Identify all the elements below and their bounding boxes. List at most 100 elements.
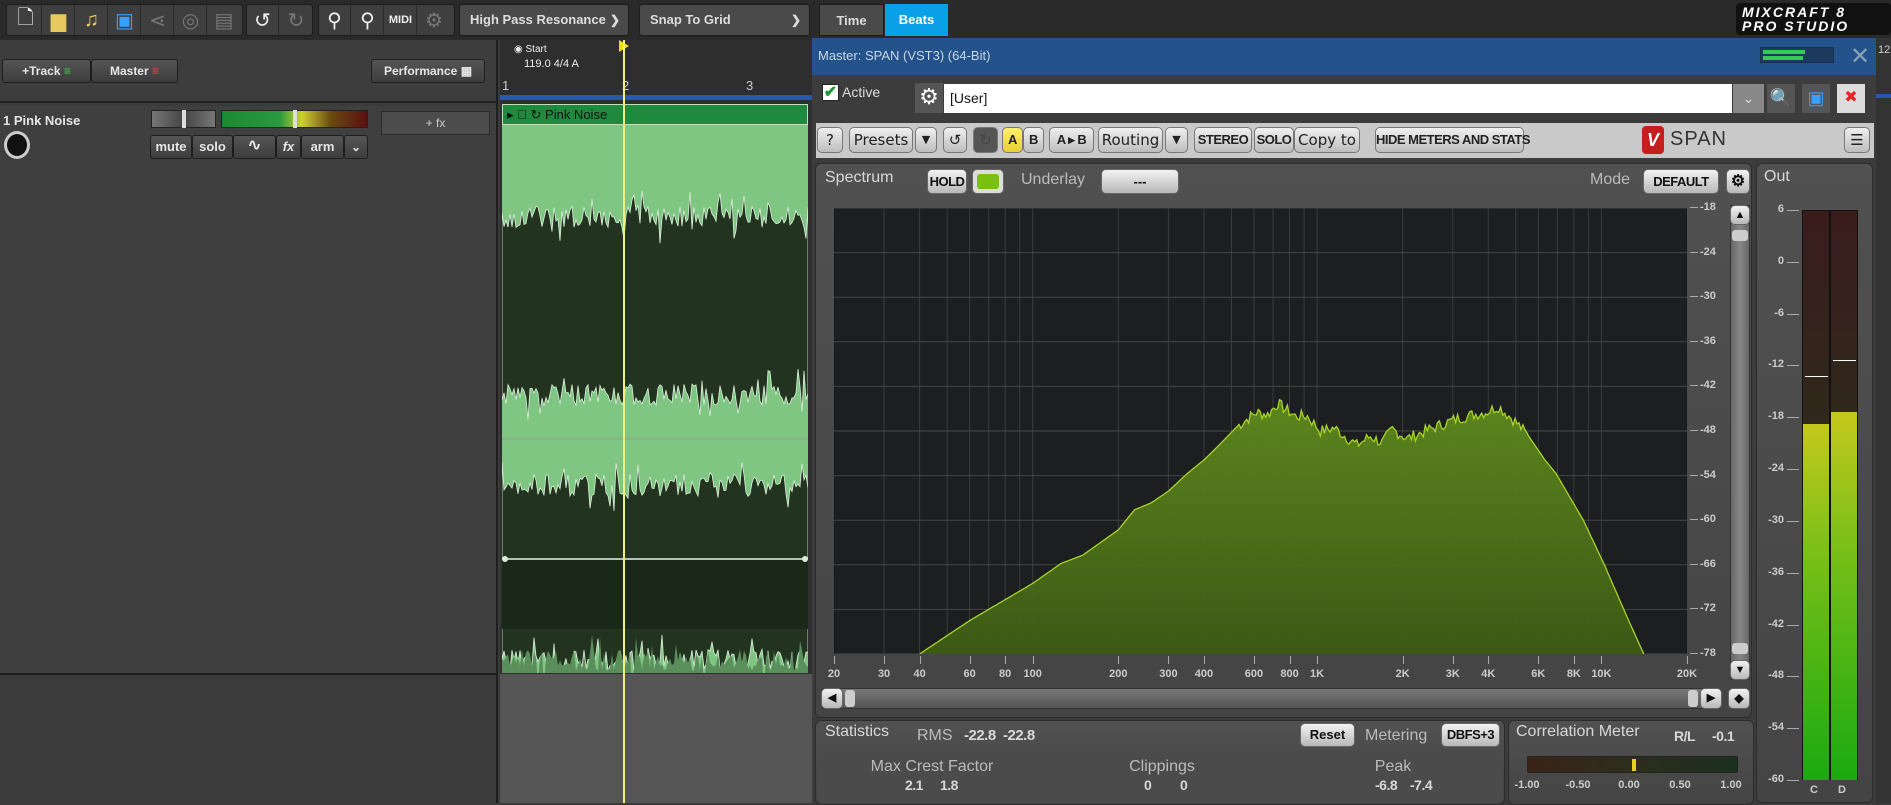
zoom-out-icon[interactable]: ⚲ [352,5,384,35]
voxengo-logo-icon: V [1642,126,1664,154]
loop-bar[interactable] [500,95,812,100]
routing-button[interactable]: Routing [1098,127,1163,153]
envelope-node[interactable] [502,556,508,562]
out-tick [1787,572,1799,574]
track-menu-button[interactable]: ⌄ [344,135,368,159]
presets-button[interactable]: Presets [849,127,913,153]
add-track-button[interactable]: +Track ≡ [2,59,91,83]
open-folder-icon[interactable]: ▆ [43,5,75,35]
scroll-right-arrow-icon[interactable]: ▶ [1700,688,1722,709]
active-checkbox[interactable]: ✔ [822,84,839,101]
underlay-button[interactable]: --- [1101,169,1179,194]
preset-input[interactable]: [User] [944,84,1732,113]
active-label: Active [842,84,881,100]
midi-icon[interactable]: MIDI [385,5,417,35]
freq-label: 800 [1280,668,1299,680]
freq-label: 6K [1531,668,1546,680]
effect-dropdown[interactable]: High Pass Resonance ❯ [459,4,629,36]
spectrum-tab[interactable]: Spectrum [825,169,893,187]
add-fx-button[interactable]: + fx [381,111,490,135]
spectrum-settings-gear-icon[interactable]: ⚙ [1726,169,1750,194]
playhead[interactable] [623,40,625,803]
vertical-scroll-thumb-top[interactable] [1732,230,1748,241]
automation-button[interactable]: ∿ [233,135,276,159]
gear-icon[interactable]: ⚙ [418,5,450,35]
clip-waveform[interactable] [502,125,808,673]
new-file-icon[interactable]: 🗋 [10,5,42,35]
start-marker[interactable]: ◉ Start [514,44,547,55]
mode-button[interactable]: DEFAULT [1643,169,1719,194]
track-name[interactable]: 1 Pink Noise [3,113,80,128]
rms-label: RMS [917,727,953,744]
redo-icon[interactable]: ↻ [973,127,998,153]
menu-icon[interactable]: ☰ [1844,127,1870,153]
open-music-folder-icon[interactable]: ♫ [76,5,108,35]
scroll-left-arrow-icon[interactable]: ◀ [821,688,843,709]
horizontal-scroll-thumb-right[interactable] [1688,690,1698,707]
arm-button[interactable]: arm [301,135,344,159]
vertical-scroll-thumb-bottom[interactable] [1732,643,1748,654]
redo-icon[interactable]: ↻ [280,5,312,35]
volume-handle[interactable] [293,110,297,128]
master-button[interactable]: Master ≡ [91,59,178,83]
share-icon[interactable]: ⋖ [142,5,174,35]
hold-toggle[interactable] [972,169,1004,194]
fx-button[interactable]: fx [276,135,301,159]
help-button[interactable]: ? [817,127,843,153]
spectrum-graph[interactable] [834,208,1687,654]
scroll-up-arrow-icon[interactable]: ▲ [1730,205,1750,225]
burn-cd-icon[interactable]: ◎ [175,5,207,35]
presets-dropdown-icon[interactable]: ▼ [915,127,937,153]
mute-button[interactable]: mute [150,135,192,159]
clip-header[interactable]: ▸ ⃠ ↻ Pink Noise [502,104,808,125]
stereo-button[interactable]: STEREO [1194,127,1252,153]
pan-slider[interactable] [151,110,216,128]
preset-b-button[interactable]: B [1023,127,1044,153]
ruler[interactable]: ◉ Start 119.0 4/4 A 1 2 3 [500,40,812,103]
routing-dropdown-icon[interactable]: ▼ [1165,127,1188,153]
mixdown-icon[interactable]: ▤ [208,5,240,35]
performance-button[interactable]: Performance ▦ [371,59,485,83]
freq-tick [1253,656,1255,664]
zoom-reset-diamond-icon[interactable]: ◆ [1728,688,1750,709]
logo-line-2: PRO STUDIO [1742,18,1850,34]
browse-preset-icon[interactable]: 🔍 [1767,84,1795,113]
metering-button[interactable]: DBFS+3 [1441,723,1500,747]
volume-meter[interactable] [221,110,368,128]
plugin-title-bar[interactable]: Master: SPAN (VST3) (64-Bit) ✕ [812,38,1876,75]
freq-label: 60 [963,668,976,680]
solo-button[interactable]: SOLO [1254,127,1294,153]
zoom-in-icon[interactable]: ⚲ [319,5,351,35]
time-toggle[interactable]: Time [819,4,884,36]
reset-button[interactable]: Reset [1300,723,1355,747]
save-preset-icon[interactable]: ▣ [1802,84,1830,113]
close-icon[interactable]: ✕ [1850,42,1870,71]
delete-preset-icon[interactable]: ✖ [1837,84,1865,113]
vertical-zoom-scrollbar[interactable] [1730,205,1750,680]
copy-to-button[interactable]: Copy to [1294,127,1360,153]
preset-dropdown-chevron-icon[interactable]: ⌄ [1733,84,1764,113]
hide-meters-button[interactable]: HIDE METERS AND STATS [1375,127,1530,153]
undo-icon[interactable]: ↺ [247,5,279,35]
horizontal-zoom-scrollbar[interactable] [821,688,1719,709]
save-icon[interactable]: ▣ [109,5,141,35]
timeline[interactable]: ◉ Start 119.0 4/4 A 1 2 3 ▸ ⃠ ↻ Pink Noi… [500,40,812,803]
logo-line-1: MIXCRAFT 8 [1742,4,1846,20]
track-row[interactable]: 1 Pink Noise + fx mute solo ∿ fx arm ⌄ [0,106,496,675]
freq-tick [1488,656,1490,664]
copy-a-to-b-button[interactable]: A ▸ B [1049,127,1094,153]
envelope-node[interactable] [802,556,808,562]
statistics-tab[interactable]: Statistics [825,723,889,741]
db-tick [1690,207,1698,208]
out-tab[interactable]: Out [1764,168,1790,186]
scroll-down-arrow-icon[interactable]: ▼ [1730,660,1750,680]
undo-icon[interactable]: ↺ [943,127,967,153]
solo-button[interactable]: solo [192,135,233,159]
horizontal-scroll-thumb-left[interactable] [845,690,855,707]
preset-a-button[interactable]: A [1002,127,1023,153]
hold-button[interactable]: HOLD [927,169,967,194]
pan-handle[interactable] [182,110,186,128]
snap-dropdown[interactable]: Snap To Grid ❯ [639,4,810,36]
beats-toggle[interactable]: Beats [885,4,948,36]
plugin-settings-gear-icon[interactable]: ⚙ [915,83,943,113]
